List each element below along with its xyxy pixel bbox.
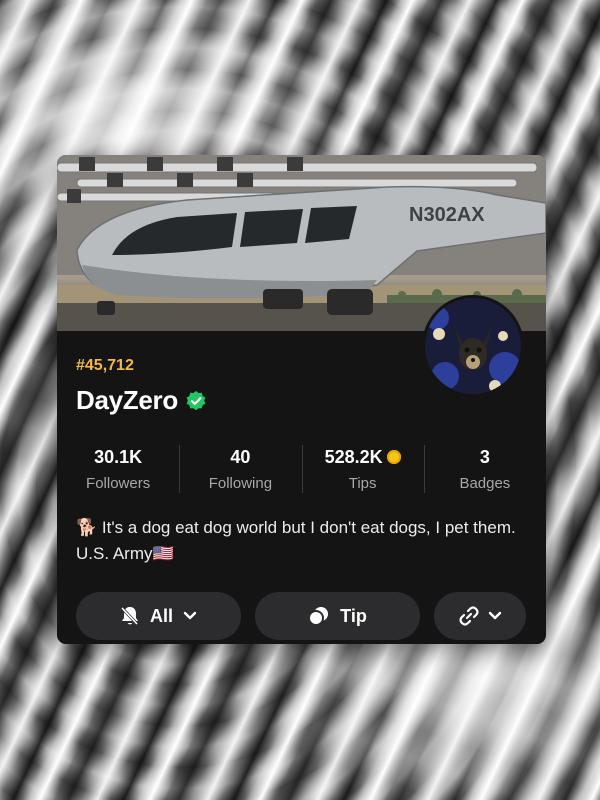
tip-label: Tip (340, 605, 367, 626)
name-row: DayZero (76, 385, 207, 416)
coin-icon (386, 450, 401, 464)
avatar[interactable] (422, 295, 524, 397)
stat-value: 3 (479, 446, 490, 467)
bell-icon (120, 605, 140, 627)
link-icon (458, 605, 480, 627)
rank-number: #45,712 (76, 357, 134, 374)
tip-icon (308, 606, 330, 626)
notifications-button[interactable]: All (76, 592, 241, 640)
stat-label: Tips (348, 474, 377, 492)
stat-label: Followers (86, 474, 151, 492)
display-name: DayZero (76, 385, 178, 415)
stat-label: Following (208, 474, 273, 492)
stat-following[interactable]: 40 Following (179, 441, 301, 497)
stat-label: Badges (459, 474, 511, 492)
stat-badges[interactable]: 3 Badges (423, 441, 546, 497)
stat-tips[interactable]: 528.2K Tips (301, 441, 424, 497)
notifications-label: All (149, 605, 173, 626)
chevron-down-icon (488, 611, 502, 621)
stat-value: 528.2K (324, 446, 383, 467)
tip-button[interactable]: Tip (255, 592, 420, 640)
profile-bio: 🐕 It's a dog eat dog world but I don't e… (76, 518, 516, 563)
aircraft-tail-number: N302AX (409, 204, 485, 226)
chevron-down-icon (183, 611, 197, 621)
profile-card: N302AX #45,712 DayZero 30.1K Followers 4… (57, 155, 546, 644)
share-link-button[interactable] (434, 592, 526, 640)
verified-check-icon (185, 390, 207, 412)
stat-value: 40 (230, 446, 251, 467)
stat-followers[interactable]: 30.1K Followers (57, 441, 179, 497)
stats-row: 30.1K Followers 40 Following 528.2K Tips… (57, 441, 546, 497)
action-buttons: All Tip (76, 592, 526, 640)
stat-value: 30.1K (94, 446, 143, 467)
